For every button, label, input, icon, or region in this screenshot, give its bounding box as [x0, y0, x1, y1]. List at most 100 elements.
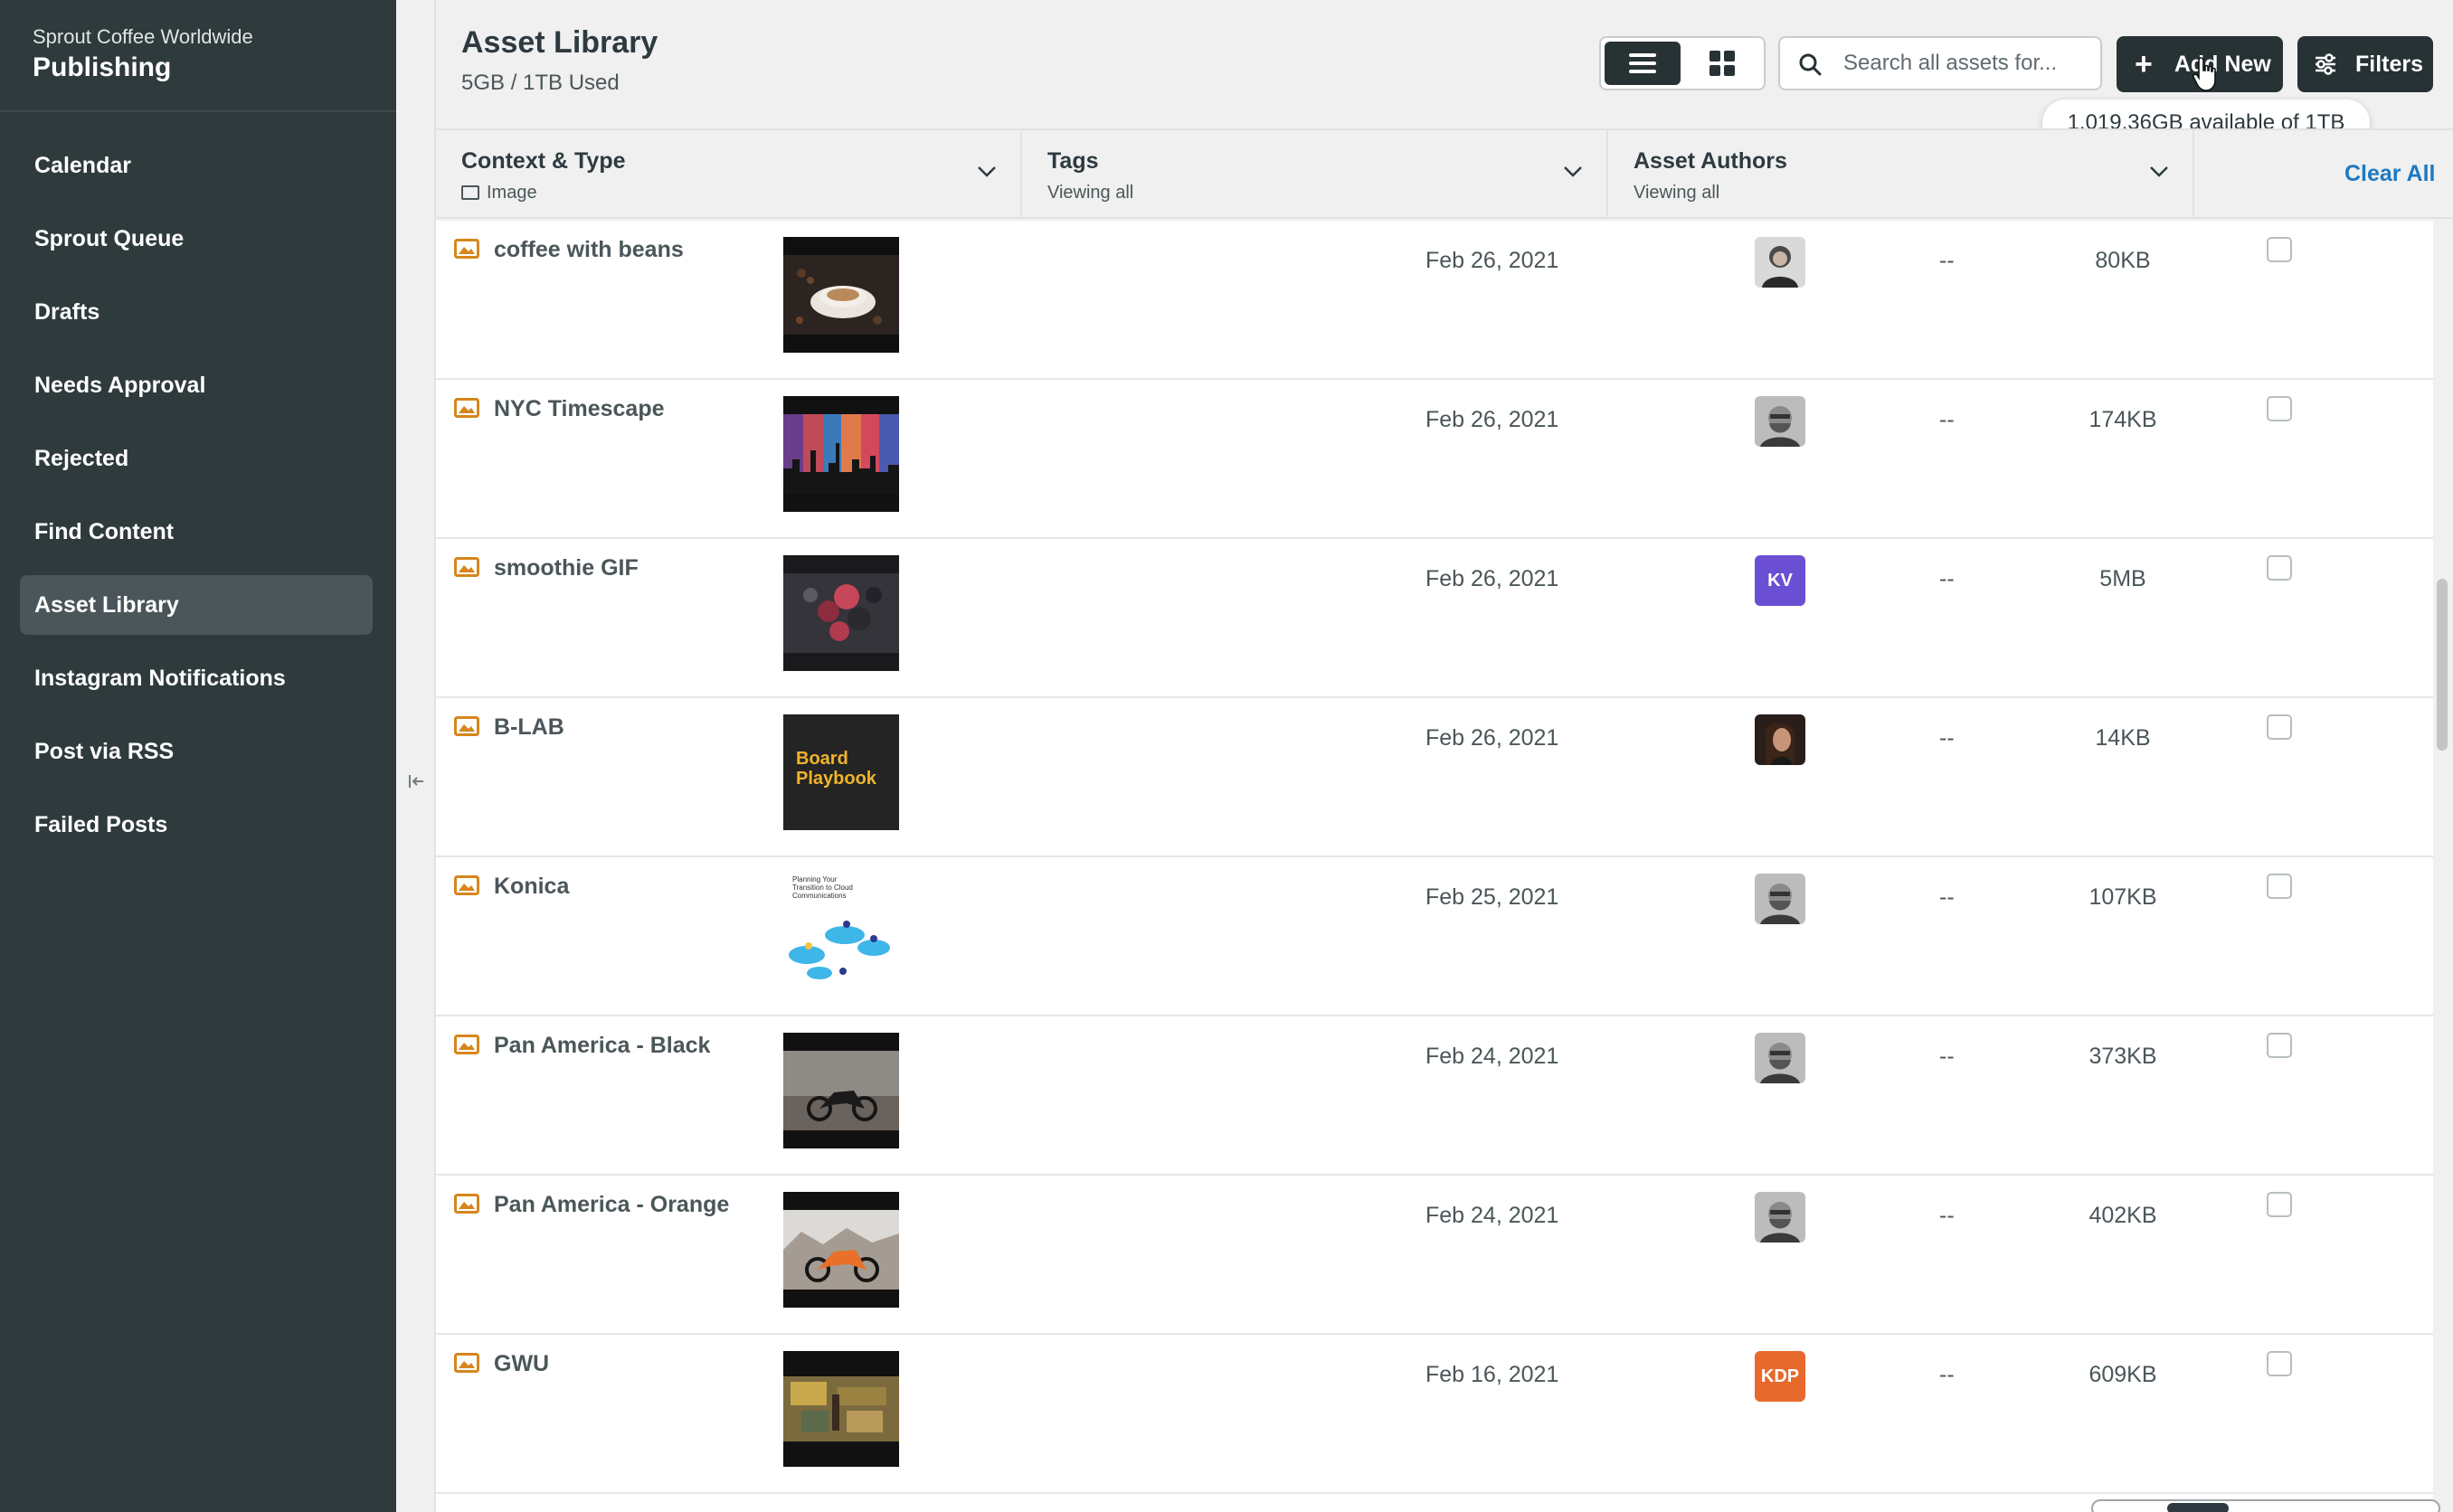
- asset-dash: --: [1939, 884, 1955, 910]
- row-checkbox[interactable]: [2267, 1351, 2292, 1376]
- pointer-cursor-icon: [2193, 57, 2216, 91]
- asset-dash: --: [1939, 566, 1955, 591]
- asset-date: Feb 26, 2021: [1425, 407, 1559, 432]
- author-avatar: [1755, 237, 1805, 288]
- row-checkbox[interactable]: [2267, 555, 2292, 581]
- grid-icon: [1710, 51, 1735, 76]
- asset-name[interactable]: B-LAB: [494, 714, 564, 741]
- asset-date: Feb 16, 2021: [1425, 1362, 1559, 1387]
- search-box: [1778, 36, 2102, 90]
- tags-title: Tags: [1047, 148, 1099, 174]
- asset-authors-filter[interactable]: Asset Authors Viewing all: [1608, 130, 2194, 219]
- asset-dash: --: [1939, 1203, 1955, 1228]
- row-checkbox[interactable]: [2267, 237, 2292, 262]
- author-avatar: [1755, 874, 1805, 924]
- horizontal-scrollbar-thumb[interactable]: [2167, 1503, 2229, 1512]
- asset-date: Feb 24, 2021: [1425, 1044, 1559, 1069]
- asset-size: 609KB: [2088, 1362, 2157, 1387]
- author-avatar: [1755, 1192, 1805, 1243]
- filter-bar: Context & Type Image Tags Viewing all As…: [436, 128, 2453, 219]
- horizontal-scrollbar[interactable]: [2091, 1499, 2440, 1512]
- sidebar-item-instagram-notifications[interactable]: Instagram Notifications: [20, 648, 373, 708]
- row-checkbox[interactable]: [2267, 874, 2292, 899]
- filters-label: Filters: [2355, 51, 2424, 77]
- grid-view-button[interactable]: [1684, 42, 1760, 85]
- sidebar-item-failed-posts[interactable]: Failed Posts: [20, 795, 373, 855]
- asset-name[interactable]: NYC Timescape: [494, 396, 665, 422]
- row-checkbox[interactable]: [2267, 396, 2292, 421]
- sidebar-divider: [0, 110, 396, 112]
- org-name: Sprout Coffee Worldwide: [33, 25, 253, 48]
- clouds-illustration: [789, 921, 890, 979]
- sidebar-item-asset-library[interactable]: Asset Library: [20, 575, 373, 635]
- filters-button[interactable]: Filters: [2297, 36, 2433, 92]
- image-type-icon: [454, 716, 479, 736]
- asset-size: 80KB: [2095, 248, 2151, 273]
- asset-date: Feb 26, 2021: [1425, 566, 1559, 591]
- asset-size: 107KB: [2088, 884, 2157, 910]
- sidebar: Sprout Coffee Worldwide Publishing Calen…: [0, 0, 396, 1512]
- chevron-down-icon: [978, 166, 996, 177]
- image-type-icon: [454, 1194, 479, 1214]
- image-type-icon: [454, 239, 479, 259]
- asset-thumbnail[interactable]: [783, 237, 899, 353]
- table-row[interactable]: Konica Planning Your Transition to Cloud…: [436, 857, 2433, 1016]
- row-checkbox[interactable]: [2267, 1192, 2292, 1217]
- asset-thumbnail[interactable]: Planning Your Transition to Cloud Commun…: [783, 874, 899, 989]
- table-row[interactable]: Pan America - Orange Feb 24, 2021 -- 402…: [436, 1176, 2433, 1335]
- asset-size: 174KB: [2088, 407, 2157, 432]
- row-checkbox[interactable]: [2267, 1033, 2292, 1058]
- asset-thumbnail[interactable]: [783, 1192, 899, 1308]
- chevron-down-icon: [1564, 166, 1582, 177]
- collapse-sidebar-icon[interactable]: [405, 770, 427, 792]
- image-type-icon: [454, 1353, 479, 1373]
- table-row[interactable]: B-LAB Board Playbook Feb 26, 2021 -- 14K…: [436, 698, 2433, 857]
- asset-dash: --: [1939, 725, 1955, 751]
- asset-name[interactable]: Pan America - Black: [494, 1033, 710, 1059]
- asset-date: Feb 25, 2021: [1425, 884, 1559, 910]
- sidebar-item-post-via-rss[interactable]: Post via RSS: [20, 722, 373, 781]
- asset-authors-value: Viewing all: [1634, 183, 1720, 203]
- asset-name[interactable]: GWU: [494, 1351, 549, 1377]
- list-view-button[interactable]: [1605, 42, 1681, 85]
- asset-thumbnail[interactable]: [783, 1033, 899, 1148]
- asset-name[interactable]: Pan America - Orange: [494, 1192, 729, 1218]
- table-row[interactable]: NYC Timescape Feb 26, 2021 -- 174KB: [436, 380, 2433, 539]
- context-type-title: Context & Type: [461, 148, 626, 174]
- asset-name[interactable]: smoothie GIF: [494, 555, 639, 581]
- sidebar-item-drafts[interactable]: Drafts: [20, 282, 373, 342]
- asset-size: 14KB: [2095, 725, 2151, 751]
- context-type-filter[interactable]: Context & Type Image: [436, 130, 1022, 219]
- asset-date: Feb 26, 2021: [1425, 725, 1559, 751]
- table-row[interactable]: Pan America - Black Feb 24, 2021 -- 373K…: [436, 1016, 2433, 1176]
- vertical-scrollbar[interactable]: [2437, 579, 2448, 751]
- image-type-icon: [454, 875, 479, 895]
- asset-thumbnail[interactable]: Board Playbook: [783, 714, 899, 830]
- table-row[interactable]: smoothie GIF Feb 26, 2021 KV -- 5MB: [436, 539, 2433, 698]
- sliders-icon: [2316, 53, 2335, 75]
- sidebar-item-sprout-queue[interactable]: Sprout Queue: [20, 209, 373, 269]
- search-input[interactable]: [1843, 45, 2088, 81]
- sidebar-item-find-content[interactable]: Find Content: [20, 502, 373, 562]
- table-row[interactable]: GWU Feb 16, 2021 KDP -- 609KB: [436, 1335, 2433, 1494]
- asset-thumbnail[interactable]: [783, 396, 899, 512]
- author-avatar: KDP: [1755, 1351, 1805, 1402]
- sidebar-item-needs-approval[interactable]: Needs Approval: [20, 355, 373, 415]
- asset-name[interactable]: coffee with beans: [494, 237, 684, 263]
- tags-filter[interactable]: Tags Viewing all: [1022, 130, 1608, 219]
- author-avatar: [1755, 396, 1805, 447]
- asset-name[interactable]: Konica: [494, 874, 569, 900]
- author-avatar: [1755, 714, 1805, 765]
- sidebar-item-calendar[interactable]: Calendar: [20, 136, 373, 195]
- table-row[interactable]: coffee with beans Feb 26, 2021 -- 80KB: [436, 221, 2433, 380]
- clear-all-link[interactable]: Clear All: [2344, 161, 2436, 187]
- sidebar-nav: Calendar Sprout Queue Drafts Needs Appro…: [20, 136, 373, 868]
- row-checkbox[interactable]: [2267, 714, 2292, 740]
- asset-dash: --: [1939, 407, 1955, 432]
- asset-thumbnail[interactable]: [783, 1351, 899, 1467]
- context-type-value: Image: [461, 183, 537, 203]
- image-type-icon: [454, 398, 479, 418]
- sidebar-item-rejected[interactable]: Rejected: [20, 429, 373, 488]
- asset-thumbnail[interactable]: [783, 555, 899, 671]
- app-name: Publishing: [33, 52, 172, 82]
